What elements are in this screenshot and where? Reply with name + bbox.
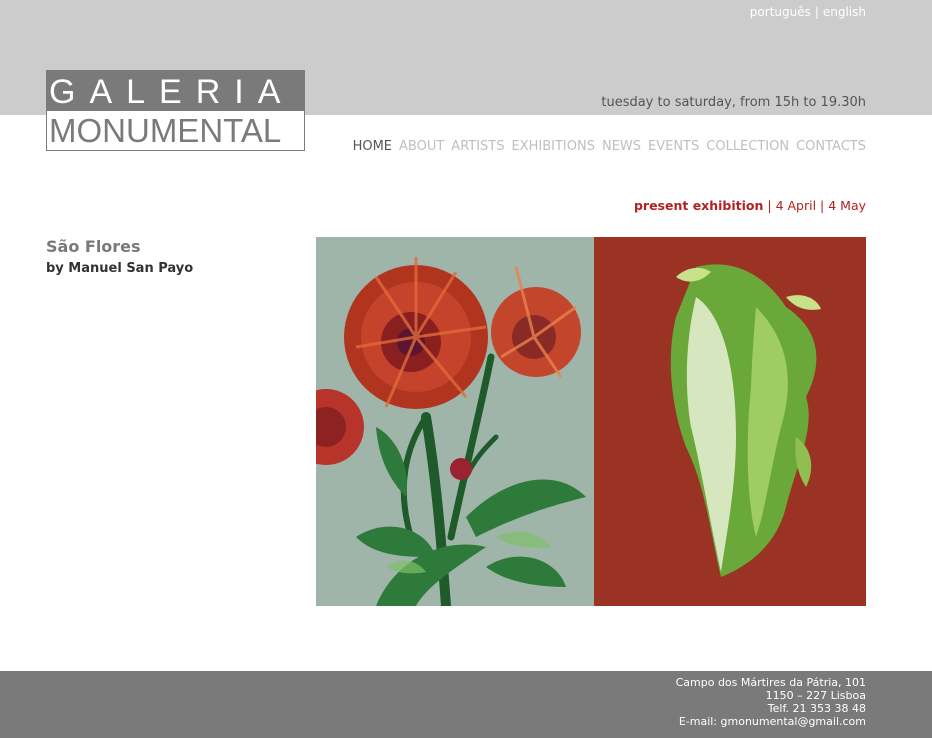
page: português | english GALERIA MONUMENTAL tue… — [0, 0, 932, 738]
lang-english-link[interactable]: english — [823, 5, 866, 19]
footer-address-line2: 1150 – 227 Lisboa — [765, 689, 866, 702]
footer-phone: Telf. 21 353 38 48 — [767, 702, 866, 715]
footer: Campo dos Mártires da Pátria, 101 1150 –… — [0, 671, 932, 738]
nav-events[interactable]: EVENTS — [648, 139, 699, 154]
nav-home[interactable]: HOME — [353, 139, 392, 154]
present-exhibition-line: present exhibition | 4 April | 4 May — [634, 198, 866, 213]
exhibition-artist: by Manuel San Payo — [46, 261, 194, 276]
exhibition-title[interactable]: São Flores — [46, 237, 141, 256]
language-switch: português | english — [750, 5, 866, 19]
nav-news[interactable]: NEWS — [602, 139, 641, 154]
opening-hours: tuesday to saturday, from 15h to 19.30h — [601, 95, 866, 110]
footer-email[interactable]: E-mail: gmonumental@gmail.com — [676, 715, 866, 728]
nav-contacts[interactable]: CONTACTS — [796, 139, 866, 154]
footer-contact-info: Campo dos Mártires da Pátria, 101 1150 –… — [676, 676, 866, 728]
logo-line-galeria: GALERIA — [47, 71, 304, 111]
main-nav: HOME ABOUT ARTISTS EXHIBITIONS NEWS EVEN… — [353, 139, 866, 154]
galeria-monumental-logo[interactable]: GALERIA MONUMENTAL — [46, 70, 305, 151]
footer-address-line1: Campo dos Mártires da Pátria, 101 — [675, 676, 866, 689]
nav-exhibitions[interactable]: EXHIBITIONS — [512, 139, 595, 154]
present-exhibition-link[interactable]: present exhibition — [634, 198, 763, 213]
exhibition-artwork-image[interactable] — [316, 237, 866, 606]
lang-portugues-link[interactable]: português — [750, 5, 811, 19]
nav-about[interactable]: ABOUT — [399, 139, 444, 154]
nav-collection[interactable]: COLLECTION — [706, 139, 789, 154]
present-exhibition-dates: | 4 April | 4 May — [767, 198, 866, 213]
lang-separator: | — [814, 5, 819, 19]
nav-artists[interactable]: ARTISTS — [451, 139, 504, 154]
logo-line-monumental: MONUMENTAL — [49, 112, 282, 149]
